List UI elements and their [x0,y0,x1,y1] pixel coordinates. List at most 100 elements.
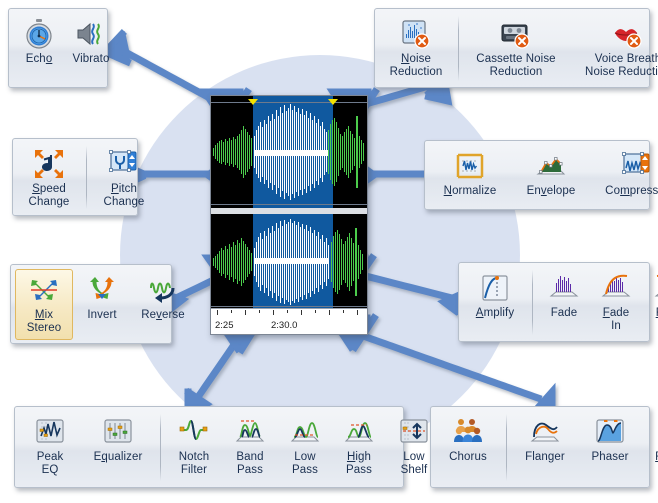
peak-eq-icon [34,415,66,449]
peak-eq-label: Peak EQ [36,451,64,476]
band-pass-button[interactable]: Band Pass [222,411,278,484]
speed-change-icon [33,147,65,181]
cassette-noise-reduction-label: Cassette Noise Reduction [476,53,556,78]
chorus-button[interactable]: Chorus [435,411,501,484]
low-pass-label: Low Pass [292,451,318,476]
reverse-icon [147,273,179,307]
timeline-label-mid: 2:30.0 [271,320,298,331]
echo-button[interactable]: Echo [13,13,65,84]
envelope-label: Envelope [526,185,576,197]
phaser-icon [594,415,626,449]
fade-out-button[interactable]: Fade Out [642,267,658,338]
vibrato-label: Vibrato [72,53,110,65]
compressor-label: Compressor [605,185,658,197]
filters-panel: Peak EQ Equalizer Notch Filter Band Pass… [14,406,484,488]
ruler-tick [231,310,232,313]
amplify-fade-panel: Amplify Fade Fade In [458,262,658,342]
panel-separator [86,146,87,209]
noise-reduction-panel: Noise Reduction Cassette Noise Reduction [374,8,658,88]
band-pass-icon [234,415,266,449]
ruler-tick [343,310,344,313]
envelope-button[interactable]: Envelope [511,145,591,206]
amplify-button[interactable]: Amplify [463,267,527,338]
fade-label: Fade [550,307,578,319]
ruler-tick [245,310,246,315]
invert-button[interactable]: Invert [73,269,131,340]
equalizer-button[interactable]: Equalizer [81,411,155,484]
noise-reduction-label: Noise Reduction [389,53,443,78]
high-pass-label: High Pass [346,451,372,476]
peak-eq-button[interactable]: Peak EQ [19,411,81,484]
flanger-button[interactable]: Flanger [512,411,578,484]
compressor-icon [621,149,653,183]
invert-icon [86,273,118,307]
cassette-noise-reduction-button[interactable]: Cassette Noise Reduction [464,13,568,84]
pitch-change-label: Pitch Change [103,183,145,208]
timeline-label-start: 2:25 [215,320,234,331]
notch-filter-icon [178,415,210,449]
noise-reduction-icon [400,17,432,51]
ruler-tick [273,310,274,315]
low-shelf-icon [398,415,430,449]
ruler-tick [259,310,260,313]
phaser-label: Phaser [591,451,629,463]
waveform-right [213,219,363,305]
amplify-icon [479,271,511,305]
normalize-button[interactable]: Normalize [429,145,511,206]
chorus-icon [452,415,484,449]
notch-filter-button[interactable]: Notch Filter [166,411,222,484]
flanger-label: Flanger [525,451,565,463]
ruler-tick [329,310,330,315]
channel-left[interactable] [211,96,367,208]
level-panel: Normalize Envelope Compress [424,140,658,210]
echo-label: Echo [25,53,53,65]
low-shelf-label: Low Shelf [400,451,428,476]
equalizer-label: Equalizer [93,451,143,463]
lips-icon [612,17,644,51]
panel-separator [458,16,459,81]
fade-in-icon [600,271,632,305]
speed-change-button[interactable]: Speed Change [17,143,81,212]
waveform-editor[interactable]: 2:25 2:30.0 [210,95,368,335]
phaser-button[interactable]: Phaser [578,411,642,484]
selection-marker-start-left[interactable] [248,99,259,105]
amplify-label: Amplify [475,307,515,319]
stopwatch-icon [23,17,55,51]
speaker-wave-icon [75,17,107,51]
envelope-icon [535,149,567,183]
ruler-tick [217,310,218,315]
reverb-button[interactable]: Reverb [642,411,658,484]
low-pass-icon [289,415,321,449]
fade-in-button[interactable]: Fade In [590,267,642,338]
timeline-ruler[interactable]: 2:25 2:30.0 [211,308,367,334]
voice-breath-noise-reduction-button[interactable]: Voice Breath Noise Reduction [568,13,658,84]
cassette-icon [500,17,532,51]
ruler-tick [287,310,288,313]
selection-marker-end-left[interactable] [327,99,338,105]
mix-stereo-label: Mix Stereo [26,309,62,334]
noise-reduction-button[interactable]: Noise Reduction [379,13,453,84]
mix-stereo-button[interactable]: Mix Stereo [15,269,73,340]
equalizer-icon [102,415,134,449]
panel-separator [160,414,161,481]
compressor-button[interactable]: Compressor [591,145,658,206]
waveform-left [213,104,364,200]
mix-stereo-icon [28,273,60,307]
stereo-panel: Mix Stereo Invert Reverse [10,264,185,344]
vibrato-button[interactable]: Vibrato [65,13,117,84]
ruler-tick [301,310,302,315]
high-pass-button[interactable]: High Pass [332,411,386,484]
reverse-label: Reverse [141,309,185,321]
pitch-change-button[interactable]: Pitch Change [92,143,156,212]
pitch-change-icon [108,147,140,181]
channel-right[interactable] [211,214,367,310]
panel-separator [532,270,533,335]
echo-vibrato-panel: Echo Vibrato [8,8,109,88]
low-pass-button[interactable]: Low Pass [278,411,332,484]
fade-icon [548,271,580,305]
fade-button[interactable]: Fade [538,267,590,338]
chorus-label: Chorus [449,451,487,463]
reverse-button[interactable]: Reverse [131,269,195,340]
high-pass-icon [343,415,375,449]
speed-pitch-panel: Speed Change Pitch Change [12,138,144,216]
